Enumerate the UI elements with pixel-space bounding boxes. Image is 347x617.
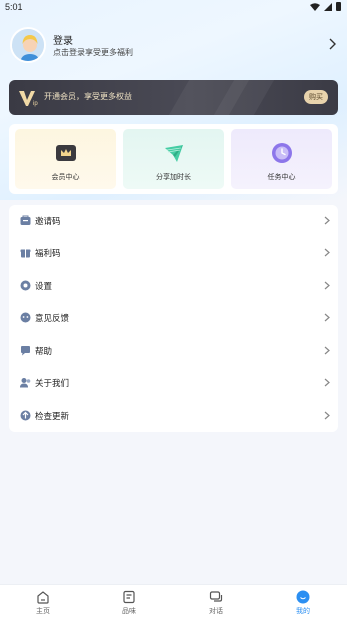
help-icon (21, 346, 30, 356)
menu-item-label: 邀请码 (35, 217, 61, 227)
home-icon (37, 591, 49, 604)
tab-label: 品味 (122, 607, 136, 615)
chevron-right-icon (324, 216, 330, 225)
settings-menu: 邀请码 福利码 设置 意见反馈 帮助 关于我们 检查更新 (9, 205, 338, 432)
chevron-right-icon (324, 378, 330, 387)
tab-label: 我的 (296, 607, 310, 615)
shortcut-panel: 会员中心 分享加时长 任务中心 (9, 124, 338, 194)
battery-icon (336, 2, 341, 11)
menu-item-label: 福利码 (35, 249, 61, 259)
tab-home[interactable]: 主页 (0, 585, 86, 617)
menu-item-gift-code[interactable]: 福利码 (9, 237, 338, 269)
tab-label: 主页 (36, 607, 50, 615)
menu-item-label: 设置 (35, 282, 53, 292)
shortcut-task-center[interactable]: 任务中心 (231, 129, 332, 189)
login-title[interactable]: 登录 (53, 32, 73, 47)
about-us-icon (20, 378, 31, 388)
profile-login-row[interactable]: 登录 点击登录享受更多福利 (10, 27, 337, 67)
vip-banner-text: 开通会员，享受更多权益 (44, 92, 132, 101)
settings-icon (20, 280, 31, 291)
tab-label: 对话 (209, 607, 223, 615)
tab-chat[interactable]: 对话 (173, 585, 259, 617)
menu-item-label: 帮助 (35, 347, 53, 357)
chevron-right-icon[interactable] (327, 37, 337, 51)
chevron-right-icon (324, 281, 330, 290)
share-icon (165, 145, 183, 162)
vip-banner[interactable]: ip 开通会员，享受更多权益 购买 (9, 80, 338, 115)
chat-icon (209, 591, 223, 602)
chevron-right-icon (324, 248, 330, 257)
menu-item-label: 意见反馈 (35, 314, 70, 324)
tab-taste[interactable]: 品味 (86, 585, 172, 617)
menu-item-help[interactable]: 帮助 (9, 335, 338, 367)
crown-icon (56, 145, 76, 161)
menu-item-label: 检查更新 (35, 412, 70, 422)
gift-icon (20, 249, 31, 258)
status-bar: 5:01 (0, 0, 347, 14)
menu-item-about-us[interactable]: 关于我们 (9, 367, 338, 399)
svg-text:ip: ip (33, 101, 38, 107)
vip-logo-icon: ip (19, 91, 38, 107)
menu-item-invite-code[interactable]: 邀请码 (9, 205, 338, 237)
feedback-icon (20, 312, 31, 323)
login-subtitle: 点击登录享受更多福利 (53, 48, 133, 57)
shortcut-member-center[interactable]: 会员中心 (15, 129, 116, 189)
chevron-right-icon (324, 313, 330, 322)
shortcut-label: 分享加时长 (156, 173, 191, 181)
shortcut-label: 任务中心 (267, 173, 296, 181)
menu-item-feedback[interactable]: 意见反馈 (9, 302, 338, 334)
menu-item-check-update[interactable]: 检查更新 (9, 400, 338, 432)
menu-item-settings[interactable]: 设置 (9, 270, 338, 302)
chevron-right-icon (324, 346, 330, 355)
menu-item-label: 关于我们 (35, 379, 70, 389)
tab-mine[interactable]: 我的 (260, 585, 346, 617)
invite-code-icon (20, 215, 31, 225)
avatar[interactable] (10, 27, 46, 63)
chevron-right-icon (324, 411, 330, 420)
signal-icon (324, 2, 332, 11)
task-clock-icon (272, 143, 292, 163)
document-icon (123, 590, 135, 604)
profile-icon (296, 590, 310, 604)
bottom-tab-bar: 主页 品味 对话 我的 (0, 584, 347, 617)
status-time: 5:01 (5, 2, 23, 12)
shortcut-share[interactable]: 分享加时长 (123, 129, 224, 189)
update-icon (20, 410, 31, 421)
shortcut-label: 会员中心 (51, 173, 80, 181)
avatar-illustration-icon (12, 29, 44, 61)
vip-buy-button[interactable]: 购买 (304, 90, 328, 104)
wifi-icon (310, 2, 320, 11)
status-icons (310, 2, 341, 11)
